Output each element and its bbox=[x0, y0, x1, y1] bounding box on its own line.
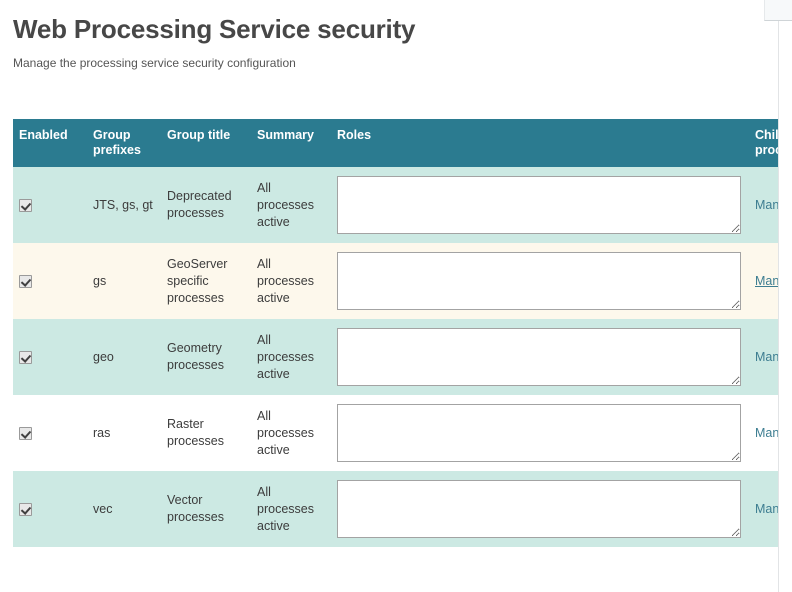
enabled-checkbox[interactable] bbox=[19, 199, 32, 212]
cell-summary: All processes active bbox=[251, 167, 331, 243]
column-header-child-processes[interactable]: Child processes bbox=[749, 119, 778, 167]
manage-child-processes-link[interactable]: Manage bbox=[755, 274, 778, 288]
column-header-group-title[interactable]: Group title bbox=[161, 119, 251, 167]
roles-input[interactable] bbox=[337, 252, 741, 310]
table-row: gsGeoServer specific processesAll proces… bbox=[13, 243, 778, 319]
enabled-checkbox[interactable] bbox=[19, 275, 32, 288]
page-content: Web Processing Service security Manage t… bbox=[0, 0, 778, 592]
cell-group-prefixes: vec bbox=[87, 471, 161, 547]
cell-group-title: Deprecated processes bbox=[161, 167, 251, 243]
cell-summary: All processes active bbox=[251, 471, 331, 547]
cell-child-processes: Manage bbox=[749, 471, 778, 547]
roles-input[interactable] bbox=[337, 176, 741, 234]
manage-child-processes-link[interactable]: Manage bbox=[755, 350, 778, 364]
page-subtitle: Manage the processing service security c… bbox=[0, 45, 778, 71]
cell-roles bbox=[331, 243, 749, 319]
cell-group-prefixes: JTS, gs, gt bbox=[87, 167, 161, 243]
cell-child-processes: Manage bbox=[749, 319, 778, 395]
manage-child-processes-link[interactable]: Manage bbox=[755, 198, 778, 212]
cell-child-processes: Manage bbox=[749, 167, 778, 243]
table-row: JTS, gs, gtDeprecated processesAll proce… bbox=[13, 167, 778, 243]
column-header-roles[interactable]: Roles bbox=[331, 119, 749, 167]
enabled-checkbox[interactable] bbox=[19, 351, 32, 364]
cell-group-title: Vector processes bbox=[161, 471, 251, 547]
cell-summary: All processes active bbox=[251, 395, 331, 471]
table-header: Enabled Group prefixes Group title Summa… bbox=[13, 119, 778, 167]
roles-input[interactable] bbox=[337, 480, 741, 538]
cell-group-title: GeoServer specific processes bbox=[161, 243, 251, 319]
roles-input[interactable] bbox=[337, 328, 741, 386]
table-header-row: Enabled Group prefixes Group title Summa… bbox=[13, 119, 778, 167]
cell-enabled bbox=[13, 471, 87, 547]
cell-summary: All processes active bbox=[251, 243, 331, 319]
page-title: Web Processing Service security bbox=[0, 0, 778, 45]
manage-child-processes-link[interactable]: Manage bbox=[755, 426, 778, 440]
wps-security-table: Enabled Group prefixes Group title Summa… bbox=[13, 119, 778, 547]
panel-top-right-corner bbox=[764, 0, 792, 21]
cell-enabled bbox=[13, 167, 87, 243]
manage-child-processes-link[interactable]: Manage bbox=[755, 502, 778, 516]
table-row: geoGeometry processesAll processes activ… bbox=[13, 319, 778, 395]
table-row: vecVector processesAll processes active M… bbox=[13, 471, 778, 547]
cell-enabled bbox=[13, 243, 87, 319]
roles-input[interactable] bbox=[337, 404, 741, 462]
cell-group-title: Raster processes bbox=[161, 395, 251, 471]
column-header-summary[interactable]: Summary bbox=[251, 119, 331, 167]
cell-group-prefixes: ras bbox=[87, 395, 161, 471]
cell-roles bbox=[331, 395, 749, 471]
cell-group-prefixes: geo bbox=[87, 319, 161, 395]
cell-roles bbox=[331, 319, 749, 395]
column-header-group-prefixes[interactable]: Group prefixes bbox=[87, 119, 161, 167]
column-header-enabled[interactable]: Enabled bbox=[13, 119, 87, 167]
table-row: rasRaster processesAll processes active M… bbox=[13, 395, 778, 471]
security-table-container: Enabled Group prefixes Group title Summa… bbox=[13, 119, 777, 547]
cell-enabled bbox=[13, 319, 87, 395]
cell-roles bbox=[331, 471, 749, 547]
enabled-checkbox[interactable] bbox=[19, 427, 32, 440]
cell-roles bbox=[331, 167, 749, 243]
cell-child-processes: Manage bbox=[749, 395, 778, 471]
enabled-checkbox[interactable] bbox=[19, 503, 32, 516]
table-body: JTS, gs, gtDeprecated processesAll proce… bbox=[13, 167, 778, 547]
cell-enabled bbox=[13, 395, 87, 471]
cell-group-prefixes: gs bbox=[87, 243, 161, 319]
cell-group-title: Geometry processes bbox=[161, 319, 251, 395]
cell-summary: All processes active bbox=[251, 319, 331, 395]
cell-child-processes: Manage bbox=[749, 243, 778, 319]
panel-right-edge bbox=[778, 0, 792, 592]
